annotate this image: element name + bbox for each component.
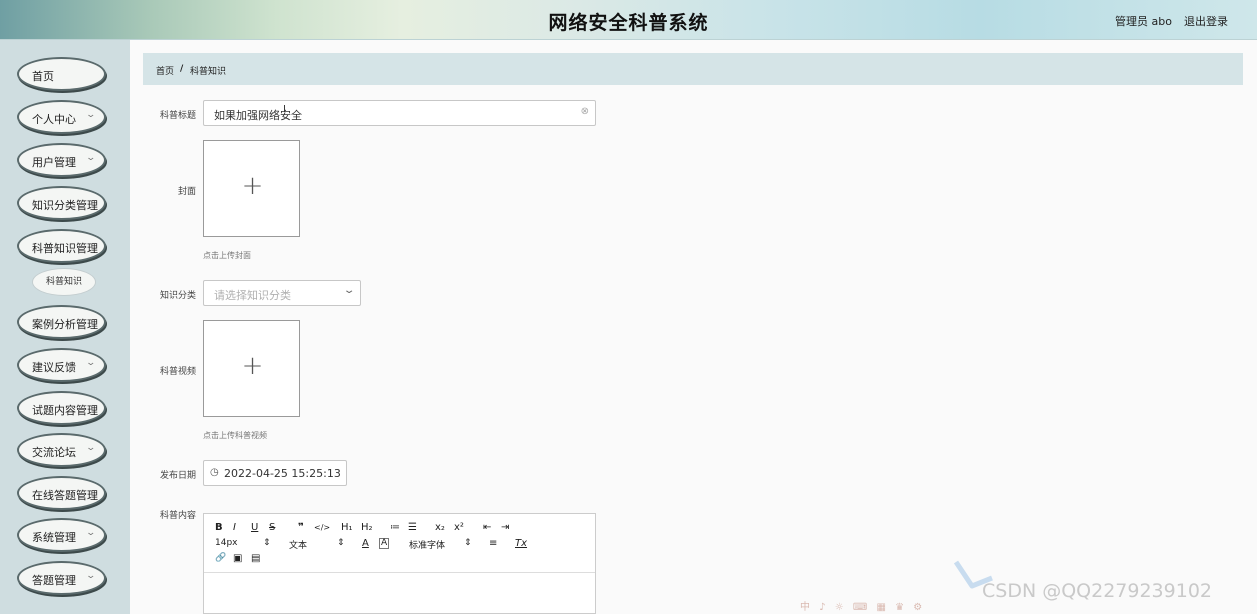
title-input[interactable]: 如果加强网络安全 ⊗ [203, 100, 596, 126]
video-upload-hint: 点击上传科普视频 [203, 431, 267, 440]
background-color-icon[interactable]: A [379, 538, 390, 549]
sidebar-item-personal-center[interactable]: 个人中心 ⌄ [17, 100, 106, 134]
link-icon[interactable]: 🔗 [215, 553, 226, 563]
updown-icon: ⇕ [464, 538, 472, 548]
sidebar-item-label: 答题管理 [32, 574, 76, 587]
top-header: 网络安全科普系统 管理员 abo 退出登录 [0, 0, 1257, 40]
chevron-down-icon: ⌄ [85, 358, 97, 368]
system-title: 网络安全科普系统 [548, 12, 709, 34]
chevron-down-icon: ⌄ [85, 443, 97, 453]
clock-icon: ◷ [210, 467, 219, 478]
strikethrough-icon[interactable]: S [269, 522, 275, 533]
heading-1-icon[interactable]: H₁ [341, 522, 353, 533]
category-select[interactable]: 请选择知识分类 ⌄ [203, 280, 361, 306]
font-size-select[interactable]: 14px [215, 538, 238, 548]
ime-toolbar: 中 ♪ ☼ ⌨ ▦ ♛ ⚙ [800, 602, 926, 613]
date-label: 发布日期 [159, 471, 196, 481]
category-label: 知识分类 [159, 291, 196, 301]
sidebar-item-label: 知识分类管理 [32, 199, 98, 212]
cover-upload[interactable]: + [203, 140, 300, 237]
sidebar-subitem-science-knowledge[interactable]: 科普知识 [32, 268, 96, 296]
rich-text-editor[interactable]: B I U S ❞ </> H₁ H₂ ≔ ☰ x₂ x² ⇤ ⇥ 14px ⇕… [203, 513, 596, 614]
sidebar-item-case-analysis[interactable]: 案例分析管理 [17, 305, 106, 339]
clear-format-icon[interactable]: Tx [515, 538, 527, 549]
sidebar-item-label: 在线答题管理 [32, 489, 98, 502]
date-value: 2022-04-25 15:25:13 [224, 467, 341, 480]
sidebar-item-label: 用户管理 [32, 156, 76, 169]
editor-toolbar-row-2: 14px ⇕ 文本 ⇕ A A 标准字体 ⇕ ≡ Tx [213, 538, 593, 551]
font-color-icon[interactable]: A [362, 538, 369, 549]
title-label: 科普标题 [159, 111, 196, 121]
sidebar-item-feedback[interactable]: 建议反馈 ⌄ [17, 348, 106, 382]
chevron-down-icon: ⌄ [85, 571, 97, 581]
updown-icon: ⇕ [337, 538, 345, 548]
sidebar-item-label: 系统管理 [32, 531, 76, 544]
logout-button[interactable]: 退出登录 [1184, 13, 1228, 29]
chevron-down-icon: ⌄ [85, 153, 97, 163]
sidebar-item-label: 科普知识管理 [32, 242, 98, 255]
font-family-select[interactable]: 标准字体 [409, 538, 445, 551]
outdent-icon[interactable]: ⇤ [483, 522, 491, 533]
cover-upload-hint: 点击上传封面 [203, 251, 251, 260]
sidebar-item-science-knowledge-management[interactable]: 科普知识管理 [17, 229, 106, 263]
sidebar-item-question-management[interactable]: 试题内容管理 [17, 391, 106, 425]
editor-toolbar-row-1: B I U S ❞ </> H₁ H₂ ≔ ☰ x₂ x² ⇤ ⇥ [213, 522, 593, 534]
csdn-watermark: CSDN @QQ2279239102 [982, 580, 1213, 602]
sidebar-item-online-quiz[interactable]: 在线答题管理 [17, 476, 106, 510]
sidebar-item-forum[interactable]: 交流论坛 ⌄ [17, 433, 106, 467]
align-icon[interactable]: ≡ [489, 538, 497, 549]
text-cursor-icon: I [283, 104, 286, 115]
chevron-down-icon: ⌄ [85, 528, 97, 538]
sidebar-item-answer-management[interactable]: 答题管理 ⌄ [17, 561, 106, 595]
editor-toolbar-row-3: 🔗 ▣ ▤ [213, 553, 593, 565]
video-upload[interactable]: + [203, 320, 300, 417]
sidebar-item-system-management[interactable]: 系统管理 ⌄ [17, 518, 106, 552]
chevron-down-icon: ⌄ [85, 110, 97, 120]
bullet-list-icon[interactable]: ☰ [408, 522, 417, 533]
sidebar-item-label: 交流论坛 [32, 446, 76, 459]
breadcrumb-separator: / [180, 64, 184, 74]
blockquote-icon[interactable]: ❞ [298, 522, 304, 533]
text-type-select[interactable]: 文本 [289, 538, 307, 551]
subscript-icon[interactable]: x₂ [435, 522, 445, 533]
breadcrumb: 首页 / 科普知识 [143, 53, 1243, 85]
sidebar-item-user-management[interactable]: 用户管理 ⌄ [17, 143, 106, 177]
code-block-icon[interactable]: </> [314, 523, 330, 532]
editor-content-area[interactable] [204, 572, 595, 613]
breadcrumb-current: 科普知识 [190, 67, 227, 77]
cover-label: 封面 [177, 187, 196, 197]
date-picker[interactable]: ◷ 2022-04-25 15:25:13 [203, 460, 347, 486]
content-label: 科普内容 [159, 511, 196, 521]
breadcrumb-home-link[interactable]: 首页 [156, 64, 174, 77]
indent-icon[interactable]: ⇥ [501, 522, 509, 533]
video-icon[interactable]: ▤ [251, 553, 260, 564]
current-user: 管理员 abo [1115, 15, 1172, 28]
superscript-icon[interactable]: x² [454, 522, 464, 533]
plus-icon: + [241, 351, 264, 381]
ordered-list-icon[interactable]: ≔ [390, 522, 400, 533]
sidebar-item-home[interactable]: 首页 [17, 57, 106, 91]
heading-2-icon[interactable]: H₂ [361, 522, 373, 533]
clear-icon[interactable]: ⊗ [581, 106, 589, 117]
category-placeholder: 请选择知识分类 [214, 289, 291, 302]
video-label: 科普视频 [159, 367, 196, 377]
plus-icon: + [241, 171, 264, 201]
sidebar-item-label: 案例分析管理 [32, 318, 98, 331]
italic-icon[interactable]: I [233, 522, 236, 533]
title-input-value: 如果加强网络安全 [214, 109, 302, 122]
sidebar-item-label: 试题内容管理 [32, 404, 98, 417]
sidebar-item-label: 建议反馈 [32, 361, 76, 374]
updown-icon: ⇕ [263, 538, 271, 548]
sidebar-item-label: 首页 [32, 70, 54, 83]
sidebar-item-category-management[interactable]: 知识分类管理 [17, 186, 106, 220]
sidebar: 首页 个人中心 ⌄ 用户管理 ⌄ 知识分类管理 科普知识管理 科普知识 案例分析… [0, 40, 130, 614]
chevron-down-icon: ⌄ [342, 285, 356, 296]
underline-icon[interactable]: U [251, 522, 258, 533]
sidebar-item-label: 个人中心 [32, 113, 76, 126]
bold-icon[interactable]: B [215, 522, 223, 533]
image-icon[interactable]: ▣ [233, 553, 242, 564]
